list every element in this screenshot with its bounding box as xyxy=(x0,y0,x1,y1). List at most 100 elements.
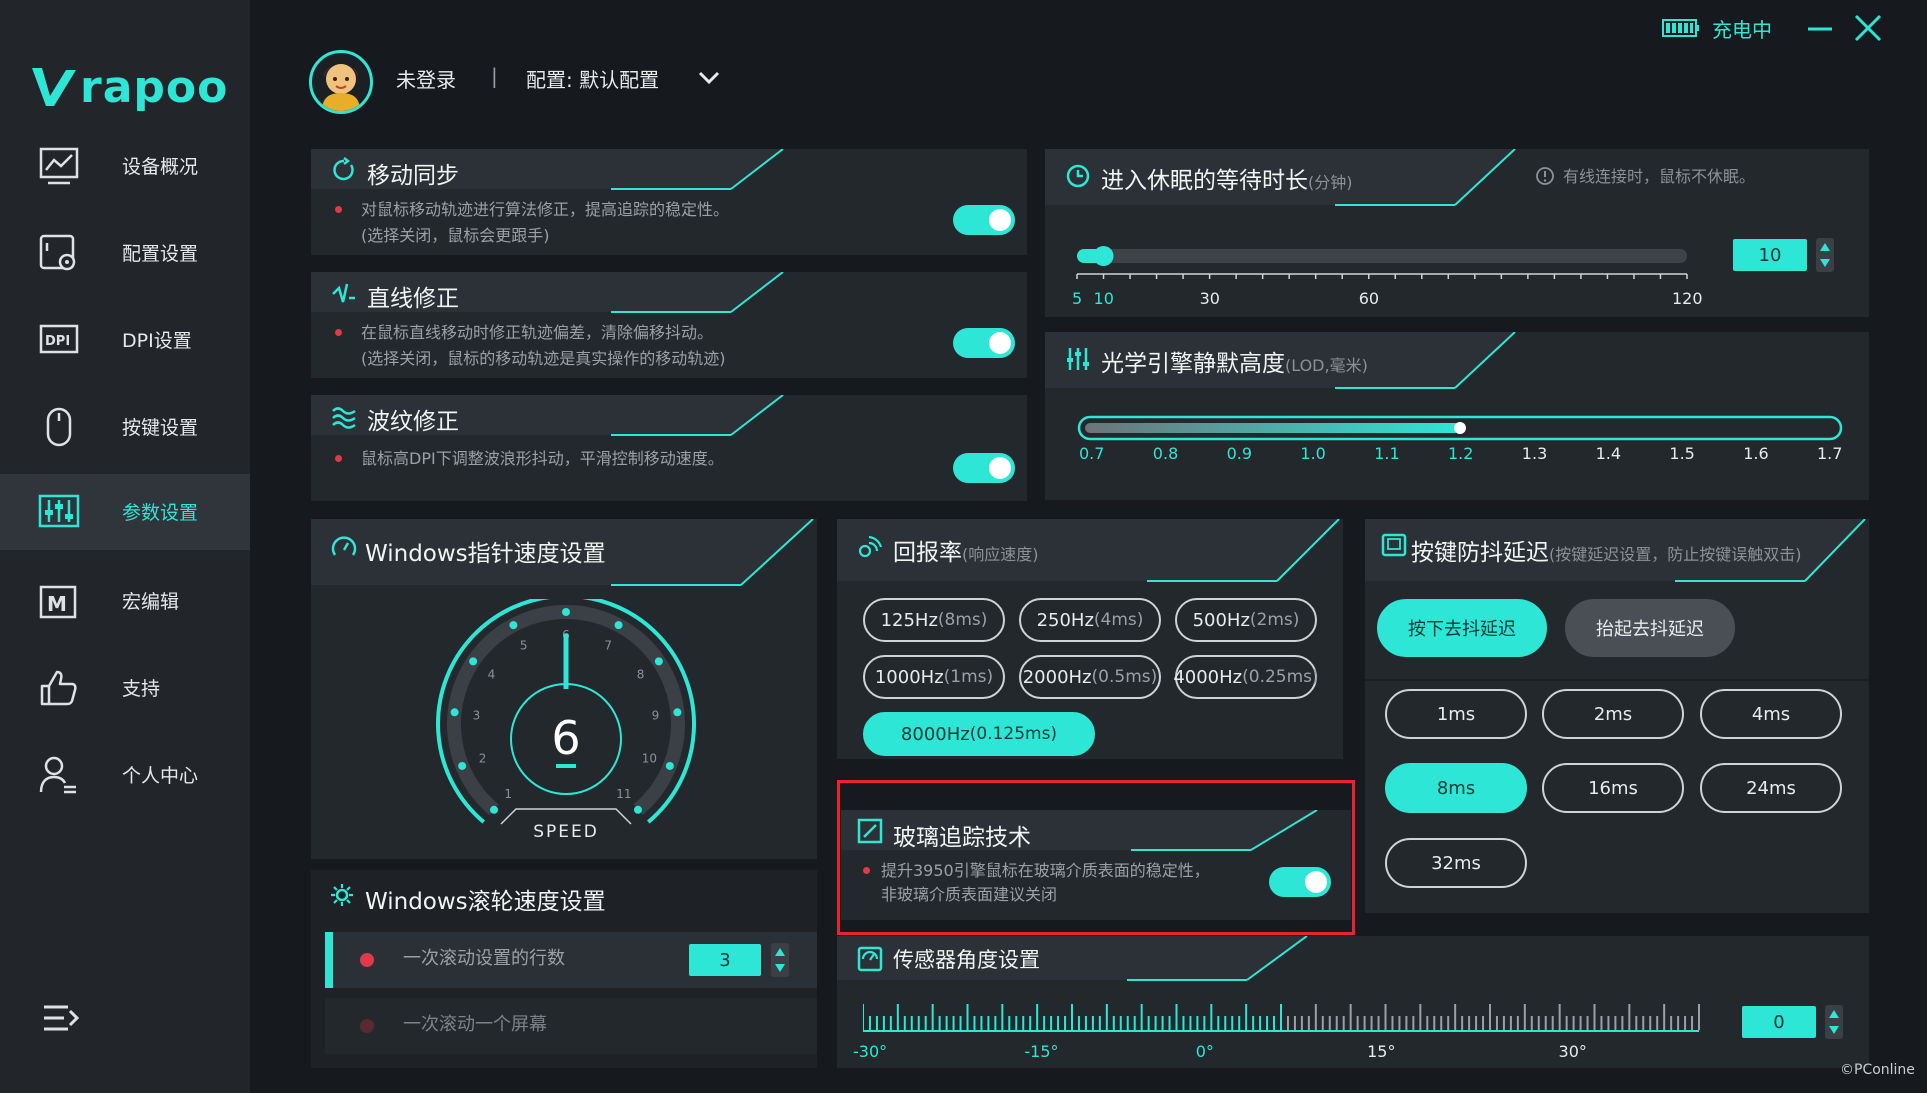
dial-label: 10 xyxy=(642,752,657,766)
scroll-lines-input[interactable]: 3 xyxy=(689,944,761,976)
svg-text:M: M xyxy=(47,592,67,616)
scroll-lines-stepper[interactable] xyxy=(771,943,789,977)
sidebar-item-dpi[interactable]: DPI DPI设置 xyxy=(0,302,250,378)
scroll-screen-row[interactable]: 一次滚动一个屏幕 xyxy=(325,998,817,1054)
panel-desc: (选择关闭，鼠标的移动轨迹是真实操作的移动轨迹) xyxy=(361,349,726,368)
pill-ms: (4ms) xyxy=(1093,610,1144,630)
speed-value: 6 xyxy=(551,711,580,765)
sleep-slider[interactable] xyxy=(1067,241,1707,281)
polling-option-4000[interactable]: 4000Hz (0.25ms) xyxy=(1173,655,1319,699)
pill-ms: (0.5ms) xyxy=(1091,667,1158,687)
sidebar-item-label: 参数设置 xyxy=(122,502,199,524)
sync-icon xyxy=(333,157,354,181)
motion-sync-toggle[interactable] xyxy=(953,205,1015,235)
sensor-angle-ruler[interactable] xyxy=(863,1000,1707,1040)
report-rate-icon xyxy=(858,535,883,558)
scroll-lines-row[interactable]: 一次滚动设置的行数 3 xyxy=(325,932,817,988)
polling-option-1000[interactable]: 1000Hz (1ms) xyxy=(863,655,1005,699)
lod-tick-label: 0.8 xyxy=(1152,444,1179,463)
lod-thumb[interactable] xyxy=(1454,422,1466,434)
angle-snap-toggle[interactable] xyxy=(953,328,1015,358)
sleep-tick-label: 60 xyxy=(1358,289,1380,308)
polling-option-250[interactable]: 250Hz (4ms) xyxy=(1019,598,1161,642)
dial-dot xyxy=(665,761,674,770)
sidebar-item-macro[interactable]: M 宏编辑 xyxy=(0,563,250,639)
separator: | xyxy=(491,64,498,88)
lod-tick-label: 1.3 xyxy=(1521,444,1548,463)
debounce-sub: (按键延迟设置，防止按键误触双击) xyxy=(1549,545,1802,564)
dial-dot xyxy=(509,621,518,630)
sleep-tick-label: 30 xyxy=(1199,289,1220,308)
speedometer-icon xyxy=(331,536,357,556)
polling-title-text: 回报率 xyxy=(893,540,962,566)
sidebar-item-label: 个人中心 xyxy=(122,765,199,787)
menu-collapse-icon[interactable] xyxy=(40,998,80,1038)
ripple-toggle[interactable] xyxy=(953,453,1015,483)
polling-option-2000[interactable]: 2000Hz (0.5ms) xyxy=(1019,655,1161,699)
lod-slider[interactable] xyxy=(1077,414,1843,444)
polling-option-500[interactable]: 500Hz (2ms) xyxy=(1175,598,1317,642)
panel-title: Windows指针速度设置 xyxy=(365,541,606,567)
debounce-option-24ms[interactable]: 24ms xyxy=(1700,763,1842,813)
debounce-option-8ms[interactable]: 8ms xyxy=(1385,763,1527,813)
radio-unselected[interactable] xyxy=(360,1019,374,1033)
sleep-stepper[interactable] xyxy=(1816,238,1834,272)
sidebar: rapoo 设备概况 配置设置 DPI DPI设置 按键设置 参数设置 M 宏编… xyxy=(0,0,250,1093)
pill-hz: 125Hz xyxy=(880,609,938,631)
chevron-down-icon[interactable] xyxy=(697,68,721,88)
login-status[interactable]: 未登录 xyxy=(396,64,456,93)
sidebar-item-profile[interactable]: 个人中心 xyxy=(0,737,250,813)
profile-selector-label[interactable]: 配置: 默认配置 xyxy=(526,64,659,93)
speed-caption: SPEED xyxy=(533,822,599,842)
ripple-panel: 波纹修正 鼠标高DPI下调整波浪形抖动，平滑控制移动速度。 xyxy=(311,395,1027,501)
debounce-press-button[interactable]: 按下去抖延迟 xyxy=(1377,599,1547,657)
debounce-option-1ms[interactable]: 1ms xyxy=(1385,689,1527,739)
dial-label: 1 xyxy=(504,787,512,801)
sidebar-item-device-overview[interactable]: 设备概况 xyxy=(0,128,250,204)
pill-hz: 2000Hz xyxy=(1022,666,1092,688)
highlight-box xyxy=(837,780,1355,935)
sidebar-item-support[interactable]: 支持 xyxy=(0,650,250,726)
sleep-unit: (分钟) xyxy=(1308,173,1353,192)
keycap-icon xyxy=(1381,533,1407,557)
sidebar-item-label: 配置设置 xyxy=(122,243,199,265)
sidebar-item-params[interactable]: 参数设置 xyxy=(0,474,250,550)
sidebar-item-config[interactable]: 配置设置 xyxy=(0,215,250,291)
polling-option-125[interactable]: 125Hz (8ms) xyxy=(863,598,1005,642)
dial-label: 11 xyxy=(616,787,631,801)
slider-thumb[interactable] xyxy=(1093,246,1114,266)
sidebar-item-label: 支持 xyxy=(122,678,161,700)
sensor-angle-icon xyxy=(857,946,883,972)
debounce-release-button[interactable]: 抬起去抖延迟 xyxy=(1565,599,1735,657)
dial-dot xyxy=(633,805,642,814)
sensor-angle-input[interactable]: 0 xyxy=(1742,1006,1816,1038)
speed-dial[interactable]: 12345678910116SPEED xyxy=(421,599,711,854)
sleep-value-input[interactable]: 10 xyxy=(1733,239,1807,271)
sidebar-item-keys[interactable]: 按键设置 xyxy=(0,389,250,465)
debounce-option-32ms[interactable]: 32ms xyxy=(1385,838,1527,888)
debounce-option-2ms[interactable]: 2ms xyxy=(1542,689,1684,739)
sensor-angle-panel: 传感器角度设置 -30° -15° 0° 15° 30° 0 xyxy=(837,936,1869,1068)
angle-snap-panel: 直线修正 在鼠标直线移动时修正轨迹偏差，清除偏移抖动。 (选择关闭，鼠标的移动轨… xyxy=(311,272,1027,378)
lod-sliders-icon xyxy=(1067,348,1089,370)
sliders-icon xyxy=(38,494,80,528)
sleep-title-text: 进入休眠的等待时长 xyxy=(1101,168,1308,194)
lod-title-text: 光学引擎静默高度 xyxy=(1101,351,1285,377)
debounce-option-4ms[interactable]: 4ms xyxy=(1700,689,1842,739)
sensor-angle-stepper[interactable] xyxy=(1825,1005,1843,1039)
minimize-icon[interactable] xyxy=(1805,14,1835,44)
pill-hz: 500Hz xyxy=(1192,609,1250,631)
radio-selected[interactable] xyxy=(360,953,374,967)
lod-tick-label: 0.9 xyxy=(1226,444,1253,463)
bullet xyxy=(335,329,342,336)
close-icon[interactable] xyxy=(1852,12,1884,44)
thumbs-up-icon xyxy=(40,670,77,706)
avatar[interactable] xyxy=(309,50,373,114)
polling-option-8000[interactable]: 8000Hz (0.125ms) xyxy=(863,712,1095,756)
sleep-tick-label: 5 xyxy=(1072,289,1083,308)
debounce-option-16ms[interactable]: 16ms xyxy=(1542,763,1684,813)
pill-hz: 8000Hz xyxy=(900,723,970,745)
panel-title: Windows滚轮速度设置 xyxy=(365,889,606,915)
dial-dot xyxy=(458,761,467,770)
pill-ms: (0.125ms) xyxy=(969,724,1058,744)
